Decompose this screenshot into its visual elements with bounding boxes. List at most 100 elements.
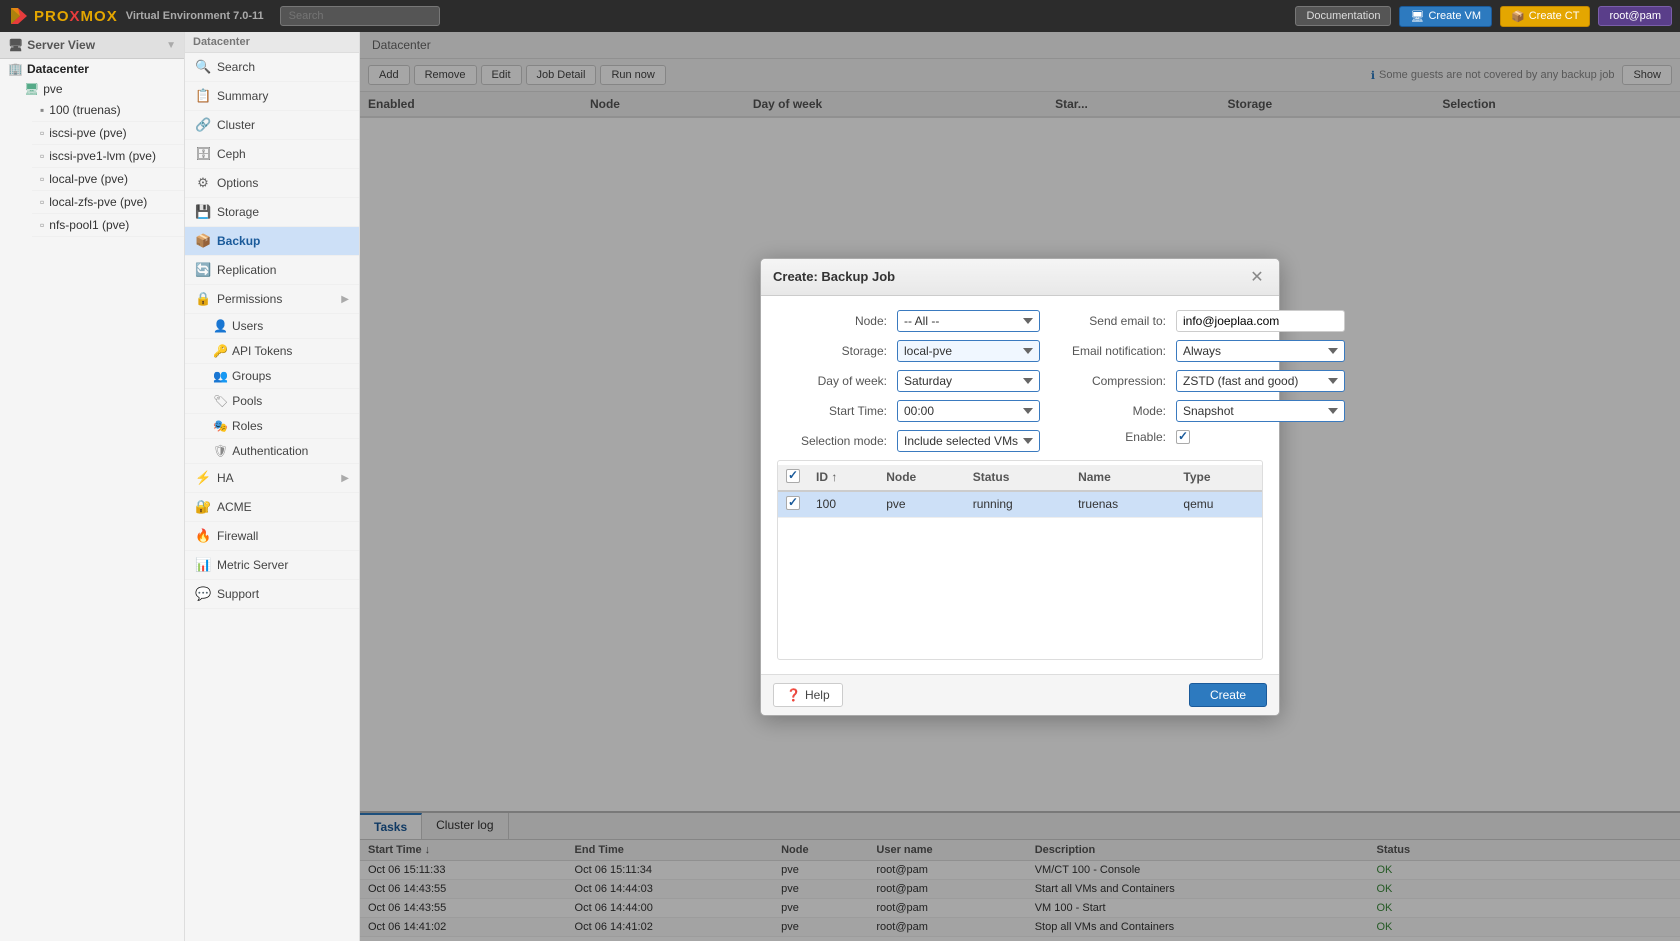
sidebar-item-ha[interactable]: ⚡ HA ▶ — [185, 464, 359, 493]
sidebar-item-authentication[interactable]: 🛡 Authentication — [185, 439, 359, 464]
replication-icon: 🔄 — [195, 262, 211, 278]
topbar: PROXMOX Virtual Environment 7.0-11 Docum… — [0, 0, 1680, 32]
node-row: Node: -- All -- — [777, 310, 1040, 332]
user-menu-button[interactable]: root@pam — [1598, 6, 1672, 26]
acme-icon: 🔐 — [195, 499, 211, 515]
create-ct-button[interactable]: 📦 Create CT — [1500, 6, 1590, 27]
sidebar-item-users[interactable]: 👤 Users — [185, 314, 359, 339]
email-notif-label: Email notification: — [1056, 344, 1176, 358]
tree-item-iscsi-pve[interactable]: ▫ iscsi-pve (pve) — [32, 122, 184, 145]
sidebar-item-search[interactable]: 🔍 Search — [185, 53, 359, 82]
create-button[interactable]: Create — [1189, 683, 1267, 707]
create-vm-button[interactable]: 🖥 Create VM — [1399, 6, 1492, 27]
tree-pve-node[interactable]: 🖥 pve — [0, 79, 184, 99]
sidebar-item-pools[interactable]: 🏷 Pools — [185, 389, 359, 414]
storage-nav-icon: 💾 — [195, 204, 211, 220]
tree-item-local-pve[interactable]: ▫ local-pve (pve) — [32, 168, 184, 191]
sidebar-item-api-tokens[interactable]: 🔑 API Tokens — [185, 339, 359, 364]
sidebar-item-options[interactable]: ⚙ Options — [185, 169, 359, 198]
email-notif-row: Email notification: Always — [1056, 340, 1345, 362]
permissions-expand-icon: ▶ — [341, 294, 349, 305]
logo: PROXMOX Virtual Environment 7.0-11 — [8, 5, 264, 27]
compression-label: Compression: — [1056, 374, 1176, 388]
vm-icon: ▪ — [40, 103, 44, 117]
day-label: Day of week: — [777, 374, 897, 388]
dialog-title: Create: Backup Job — [773, 269, 895, 284]
table-row[interactable]: 100 pve running truenas qemu — [778, 491, 1262, 518]
sidebar-item-groups[interactable]: 👥 Groups — [185, 364, 359, 389]
storage-icon-1: ▫ — [40, 126, 44, 140]
email-notif-select[interactable]: Always — [1176, 340, 1345, 362]
sidebar-item-roles[interactable]: 🎭 Roles — [185, 414, 359, 439]
dialog-footer: ❓ Help Create — [761, 674, 1279, 715]
start-time-row: Start Time: 00:00 — [777, 400, 1040, 422]
sidebar-item-backup[interactable]: 📦 Backup — [185, 227, 359, 256]
support-icon: 💬 — [195, 586, 211, 602]
users-icon: 👤 — [213, 319, 228, 333]
sidebar-item-firewall[interactable]: 🔥 Firewall — [185, 522, 359, 551]
start-time-select[interactable]: 00:00 — [897, 400, 1040, 422]
sidebar-item-ceph[interactable]: 🗄 Ceph — [185, 140, 359, 169]
backup-job-dialog: Create: Backup Job ✕ Node: -- All -- — [760, 258, 1280, 716]
box-icon: 📦 — [1511, 10, 1525, 23]
sidebar-item-replication[interactable]: 🔄 Replication — [185, 256, 359, 285]
mode-select[interactable]: Snapshot — [1176, 400, 1345, 422]
vm-status-cell: running — [965, 491, 1070, 518]
storage-icon-2: ▫ — [40, 149, 44, 163]
vm-select-all-checkbox[interactable] — [786, 469, 800, 483]
sidebar-item-cluster[interactable]: 🔗 Cluster — [185, 111, 359, 140]
dialog-close-button[interactable]: ✕ — [1247, 267, 1267, 287]
compression-select[interactable]: ZSTD (fast and good) — [1176, 370, 1345, 392]
mode-label: Mode: — [1056, 404, 1176, 418]
ceph-icon: 🗄 — [195, 146, 211, 162]
vm-col-status: Status — [965, 465, 1070, 491]
sidebar-item-permissions[interactable]: 🔒 Permissions ▶ — [185, 285, 359, 314]
send-email-input[interactable] — [1176, 310, 1345, 332]
sidebar-item-metric-server[interactable]: 📊 Metric Server — [185, 551, 359, 580]
storage-label: Storage: — [777, 344, 897, 358]
permissions-icon: 🔒 — [195, 291, 211, 307]
vm-col-node: Node — [878, 465, 964, 491]
documentation-button[interactable]: Documentation — [1295, 6, 1391, 26]
storage-icon-5: ▫ — [40, 218, 44, 232]
day-of-week-row: Day of week: Saturday — [777, 370, 1040, 392]
sidebar-item-storage[interactable]: 💾 Storage — [185, 198, 359, 227]
mode-row: Mode: Snapshot — [1056, 400, 1345, 422]
help-button[interactable]: ❓ Help — [773, 683, 843, 707]
tree-item-100[interactable]: ▪ 100 (truenas) — [32, 99, 184, 122]
ha-expand-icon: ▶ — [341, 473, 349, 484]
tree-item-iscsi-pve1-lvm[interactable]: ▫ iscsi-pve1-lvm (pve) — [32, 145, 184, 168]
tree-item-local-zfs-pve[interactable]: ▫ local-zfs-pve (pve) — [32, 191, 184, 214]
selection-mode-row: Selection mode: Include selected VMs — [777, 430, 1040, 452]
dialog-header: Create: Backup Job ✕ — [761, 259, 1279, 296]
nav-panel: Datacenter 🔍 Search 📋 Summary 🔗 Cluster … — [185, 32, 360, 941]
vm-row-checkbox[interactable] — [786, 496, 800, 510]
storage-row: Storage: local-pve — [777, 340, 1040, 362]
vm-name-cell: truenas — [1070, 491, 1175, 518]
modal-overlay: Create: Backup Job ✕ Node: -- All -- — [360, 32, 1680, 941]
start-time-label: Start Time: — [777, 404, 897, 418]
sidebar-item-support[interactable]: 💬 Support — [185, 580, 359, 609]
selection-select[interactable]: Include selected VMs — [897, 430, 1040, 452]
ha-icon: ⚡ — [195, 470, 211, 486]
enable-checkbox[interactable] — [1176, 430, 1190, 444]
day-select[interactable]: Saturday — [897, 370, 1040, 392]
sidebar-item-summary[interactable]: 📋 Summary — [185, 82, 359, 111]
send-email-row: Send email to: — [1056, 310, 1345, 332]
roles-icon: 🎭 — [213, 419, 228, 433]
proxmox-logo-icon — [8, 5, 30, 27]
metric-server-icon: 📊 — [195, 557, 211, 573]
datacenter-icon: 🏢 — [8, 62, 23, 76]
tree-item-nfs-pool1[interactable]: ▫ nfs-pool1 (pve) — [32, 214, 184, 237]
vm-node-cell: pve — [878, 491, 964, 518]
help-icon: ❓ — [786, 688, 801, 702]
node-select[interactable]: -- All -- — [897, 310, 1040, 332]
sidebar-item-acme[interactable]: 🔐 ACME — [185, 493, 359, 522]
selection-label: Selection mode: — [777, 434, 897, 448]
storage-select[interactable]: local-pve — [897, 340, 1040, 362]
tree-datacenter[interactable]: 🏢 Datacenter — [0, 59, 184, 79]
left-col: Node: -- All -- Storage: local-pve — [777, 310, 1040, 460]
node-label: Node: — [777, 314, 897, 328]
vm-col-type: Type — [1175, 465, 1262, 491]
search-input[interactable] — [280, 6, 440, 26]
